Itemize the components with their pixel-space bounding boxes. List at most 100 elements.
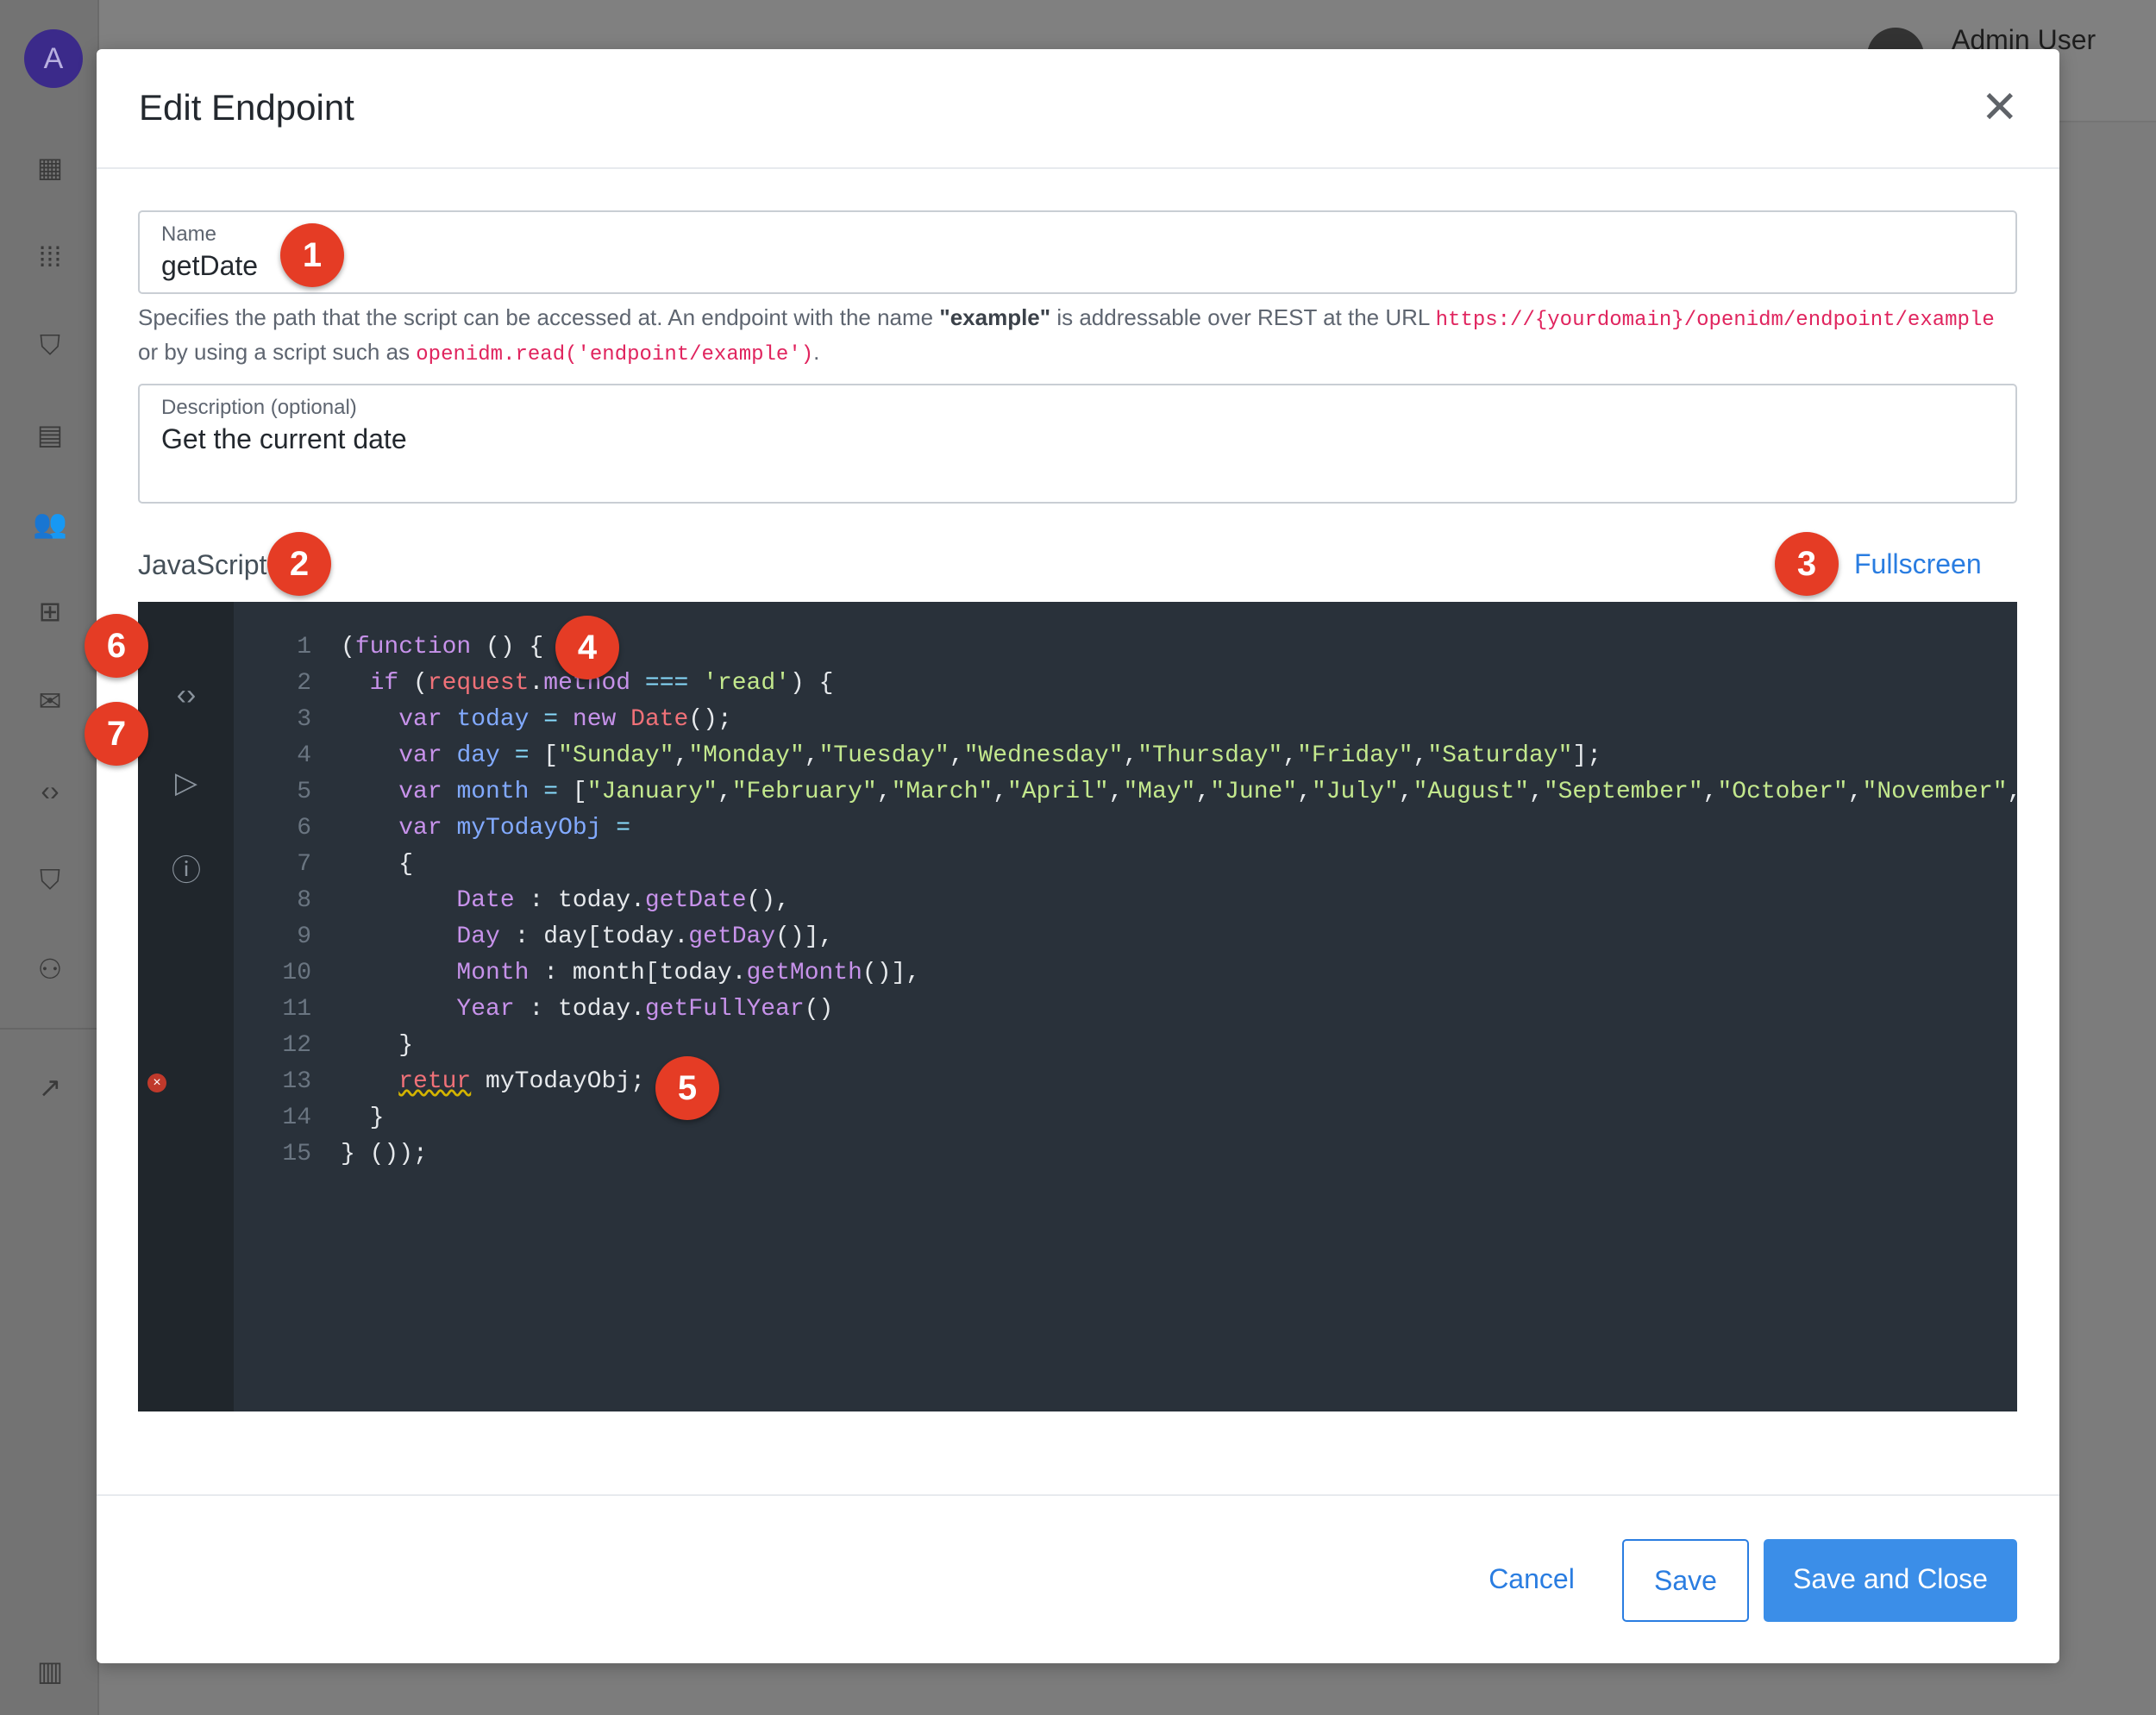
code-token: getFullYear xyxy=(644,996,805,1023)
code-token: var xyxy=(398,742,442,769)
code-token: var xyxy=(398,779,442,805)
code-token: === xyxy=(644,670,689,697)
save-and-close-button[interactable]: Save and Close xyxy=(1764,1539,2017,1622)
avatar[interactable]: A xyxy=(24,29,83,88)
annotation-badge: 5 xyxy=(655,1056,719,1120)
code-line[interactable]: Month : month[today.getMonth()], xyxy=(341,960,920,986)
code-token: = xyxy=(616,815,631,842)
code-token: myTodayObj xyxy=(456,815,602,842)
code-token: Date xyxy=(456,887,515,914)
annotation-badge: 4 xyxy=(555,616,619,679)
name-field[interactable]: Name getDate xyxy=(138,210,2017,294)
hierarchy-icon[interactable]: ⊞ xyxy=(31,592,69,630)
code-icon[interactable]: ‹› xyxy=(164,673,209,717)
code-token: , xyxy=(993,779,1008,805)
code-token: : today. xyxy=(514,996,645,1023)
code-token: , xyxy=(876,779,892,805)
code-token: today xyxy=(456,706,530,733)
description-field[interactable]: Description (optional) Get the current d… xyxy=(138,384,2017,504)
code-line[interactable]: retur myTodayObj; xyxy=(341,1068,645,1095)
shield-check-icon[interactable]: ⛉ xyxy=(31,326,69,364)
fullscreen-button[interactable]: Fullscreen xyxy=(1814,548,1982,580)
help-url: https://{yourdomain}/openidm/endpoint/ex… xyxy=(1435,309,1995,332)
code-token: var xyxy=(398,815,442,842)
line-number: 11 xyxy=(282,996,311,1023)
save-button[interactable]: Save xyxy=(1622,1539,1749,1622)
play-icon[interactable]: ▷ xyxy=(164,760,209,805)
sidebar-divider xyxy=(0,1028,97,1030)
code-token: , xyxy=(1702,779,1718,805)
code-token: , xyxy=(1195,779,1211,805)
code-line[interactable]: var today = new Date(); xyxy=(341,706,732,733)
user-check-icon[interactable]: ⚇ xyxy=(31,950,69,988)
line-number: 15 xyxy=(282,1141,311,1167)
dashboard-icon[interactable]: ▦ xyxy=(31,148,69,186)
line-number: 8 xyxy=(297,887,311,914)
code-token: "Friday" xyxy=(1297,742,1413,769)
code-line[interactable]: Year : today.getFullYear() xyxy=(341,996,833,1023)
code-line[interactable]: (function () { xyxy=(341,634,543,660)
code-token: , xyxy=(1529,779,1544,805)
panel-toggle-icon[interactable]: ▥ xyxy=(31,1652,69,1690)
help-icon[interactable]: ⓘ xyxy=(164,848,209,893)
code-line[interactable]: Day : day[today.getDay()], xyxy=(341,923,833,950)
code-token: Day xyxy=(456,923,500,950)
code-line[interactable]: var day = ["Sunday","Monday","Tuesday","… xyxy=(341,742,1601,769)
annotation-badge: 2 xyxy=(267,532,331,596)
form-icon[interactable]: ▤ xyxy=(31,416,69,454)
name-input[interactable]: getDate xyxy=(161,250,258,282)
shield-icon[interactable]: ⛉ xyxy=(31,861,69,898)
external-link-icon[interactable]: ↗ xyxy=(31,1068,69,1106)
code-line[interactable]: var month = ["January","February","March… xyxy=(341,779,2017,805)
line-number: 14 xyxy=(282,1105,311,1131)
annotation-badge: 3 xyxy=(1775,532,1839,596)
code-token: } xyxy=(341,1032,414,1059)
footer-divider xyxy=(97,1494,2059,1496)
code-token: "Sunday" xyxy=(558,742,674,769)
code-token: "October" xyxy=(1717,779,1848,805)
code-token: if xyxy=(369,670,399,697)
description-input[interactable]: Get the current date xyxy=(161,423,407,455)
code-token: , xyxy=(674,742,689,769)
code-token: 'read' xyxy=(703,670,790,697)
code-token: } ()); xyxy=(341,1141,428,1167)
code-token: : month[today. xyxy=(529,960,747,986)
editor-toolbar: ‹› ▷ ⓘ xyxy=(138,602,234,1411)
code-token: : day[today. xyxy=(499,923,689,950)
code-icon[interactable]: ‹› xyxy=(31,772,69,810)
code-token: "Monday" xyxy=(688,742,805,769)
code-line[interactable]: { xyxy=(341,851,413,878)
cancel-button[interactable]: Cancel xyxy=(1487,1539,1576,1622)
apps-icon[interactable]: ⁞⁞⁞ xyxy=(31,238,69,276)
code-token: request xyxy=(427,670,530,697)
help-text: is addressable over REST at the URL xyxy=(1050,304,1436,330)
code-line[interactable]: } ()); xyxy=(341,1141,428,1167)
line-number: 10 xyxy=(282,960,311,986)
code-token: "Saturday" xyxy=(1427,742,1573,769)
code-token: ()], xyxy=(862,960,921,986)
close-icon[interactable]: ✕ xyxy=(1981,85,2019,130)
code-line[interactable]: } xyxy=(341,1105,385,1131)
mail-icon[interactable]: ✉ xyxy=(31,682,69,720)
code-token: "February" xyxy=(731,779,877,805)
code-line[interactable]: } xyxy=(341,1032,413,1059)
code-token: (), xyxy=(746,887,790,914)
code-token: () xyxy=(804,996,834,1023)
code-editor[interactable]: ‹› ▷ ⓘ 1 (function () {2 if (request.meth… xyxy=(138,602,2017,1411)
code-line[interactable]: Date : today.getDate(), xyxy=(341,887,790,914)
edit-endpoint-modal: Edit Endpoint ✕ Name getDate Specifies t… xyxy=(97,49,2059,1663)
users-icon[interactable]: 👥 xyxy=(31,504,69,542)
error-icon[interactable]: × xyxy=(147,1073,166,1092)
code-token: getDate xyxy=(644,887,747,914)
code-line[interactable]: var myTodayObj = xyxy=(341,815,630,842)
